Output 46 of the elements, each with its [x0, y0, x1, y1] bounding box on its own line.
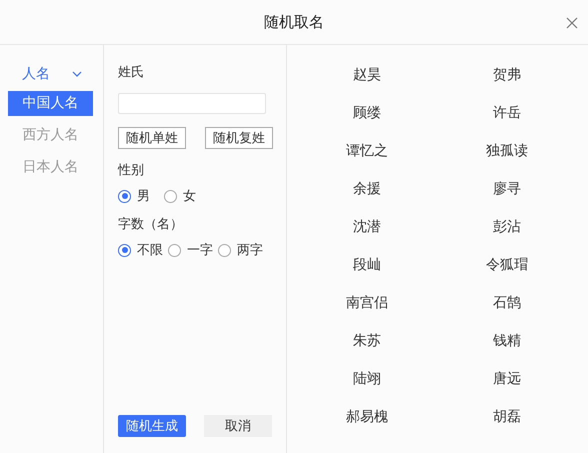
radio-label: 不限 [137, 242, 163, 259]
cancel-button[interactable]: 取消 [204, 415, 272, 437]
generated-name: 唐远 [492, 370, 522, 389]
radio-label: 男 [137, 188, 150, 205]
generate-button[interactable]: 随机生成 [118, 415, 186, 437]
generated-name: 赵昊 [352, 66, 382, 85]
window-title: 随机取名 [264, 12, 324, 32]
generated-name: 彭沾 [492, 218, 522, 237]
random-surname-button[interactable]: 随机单姓 [118, 127, 186, 149]
generated-name: 贺弗 [492, 66, 522, 85]
sidebar-item[interactable]: 日本人名 [8, 155, 93, 180]
chevron-icon[interactable] [72, 71, 82, 77]
sidebar-item[interactable]: 中国人名 [8, 91, 93, 116]
length-label: 字数（名） [118, 216, 183, 234]
generated-name: 独孤读 [485, 142, 529, 161]
generated-name: 石鹄 [492, 294, 522, 313]
random-surname-button[interactable]: 随机复姓 [205, 127, 273, 149]
radio-button[interactable] [218, 244, 231, 256]
surname-label: 姓氏 [118, 64, 144, 82]
category-label[interactable]: 人名 [22, 65, 50, 83]
generated-name: 朱苏 [352, 332, 382, 351]
radio-button[interactable] [168, 244, 181, 256]
surname-field[interactable] [118, 93, 266, 114]
close-button[interactable] [564, 15, 580, 31]
generated-name: 令狐瑁 [485, 256, 529, 275]
radio-label: 女 [183, 188, 196, 205]
gender-label: 性别 [118, 162, 144, 180]
radio-label: 两字 [237, 242, 263, 259]
generated-name: 钱精 [492, 332, 522, 351]
close-icon [566, 17, 578, 29]
generated-name: 许岳 [492, 104, 522, 123]
generated-name: 顾缕 [352, 104, 382, 123]
generated-name: 南宫侣 [345, 294, 389, 313]
generated-name: 段屾 [352, 256, 382, 275]
generated-name: 胡磊 [492, 408, 522, 427]
generated-name: 沈潜 [352, 218, 382, 237]
generated-name: 余援 [352, 180, 382, 199]
generated-name: 谭忆之 [345, 142, 389, 161]
radio-button[interactable] [118, 190, 131, 202]
radio-button[interactable] [118, 244, 131, 256]
generated-name: 郝易槐 [345, 408, 389, 427]
generated-name: 廖寻 [492, 180, 522, 199]
sidebar-item[interactable]: 西方人名 [8, 123, 93, 148]
radio-button[interactable] [164, 190, 177, 202]
radio-label: 一字 [187, 242, 213, 259]
generated-name: 陆翊 [352, 370, 382, 389]
